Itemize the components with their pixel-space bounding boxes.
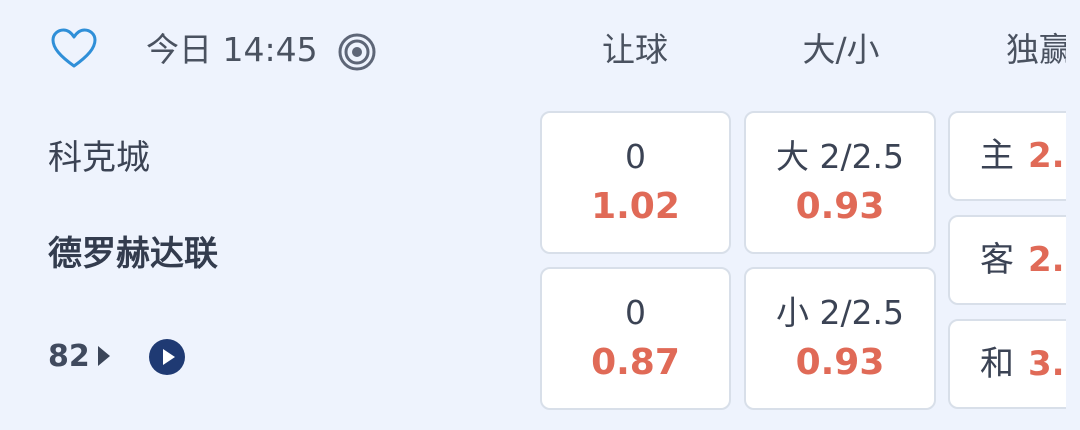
odds-line: 小 2/2.5: [775, 293, 905, 332]
favorite-heart-icon[interactable]: [50, 26, 98, 74]
column-header-over-under: 大/小: [802, 30, 880, 69]
odds-win-label: 和: [980, 344, 1014, 384]
odds-line: 大 2/2.5: [775, 137, 905, 176]
odds-value: 0.93: [795, 342, 885, 383]
odds-value: 1.02: [591, 186, 680, 227]
odds-handicap-away[interactable]: 0 0.87: [540, 267, 731, 410]
triangle-right-icon: [98, 346, 110, 366]
odds-under[interactable]: 小 2/2.5 0.93: [744, 267, 936, 410]
viewport-edge: [1066, 0, 1080, 430]
play-circle-icon[interactable]: [149, 339, 185, 375]
column-header-handicap: 让球: [602, 30, 668, 69]
odds-over[interactable]: 大 2/2.5 0.93: [744, 111, 936, 254]
away-team-name: 德罗赫达联: [48, 234, 218, 274]
odds-line: 0: [625, 293, 646, 332]
match-time: 今日 14:45: [146, 30, 318, 69]
odds-value: 0.87: [591, 342, 680, 383]
odds-line: 0: [625, 137, 646, 176]
odds-win-away[interactable]: 客 2.4: [948, 215, 1080, 305]
match-minute: 82: [48, 339, 90, 374]
odds-win-home[interactable]: 主 2.0: [948, 111, 1080, 201]
odds-win-label: 客: [980, 240, 1014, 280]
odds-win-label: 主: [980, 136, 1014, 176]
odds-handicap-home[interactable]: 0 1.02: [540, 111, 731, 254]
odds-win-draw[interactable]: 和 3.3: [948, 319, 1080, 409]
odds-value: 0.93: [795, 186, 885, 227]
home-team-name: 科克城: [48, 138, 150, 178]
target-icon[interactable]: [337, 32, 377, 72]
